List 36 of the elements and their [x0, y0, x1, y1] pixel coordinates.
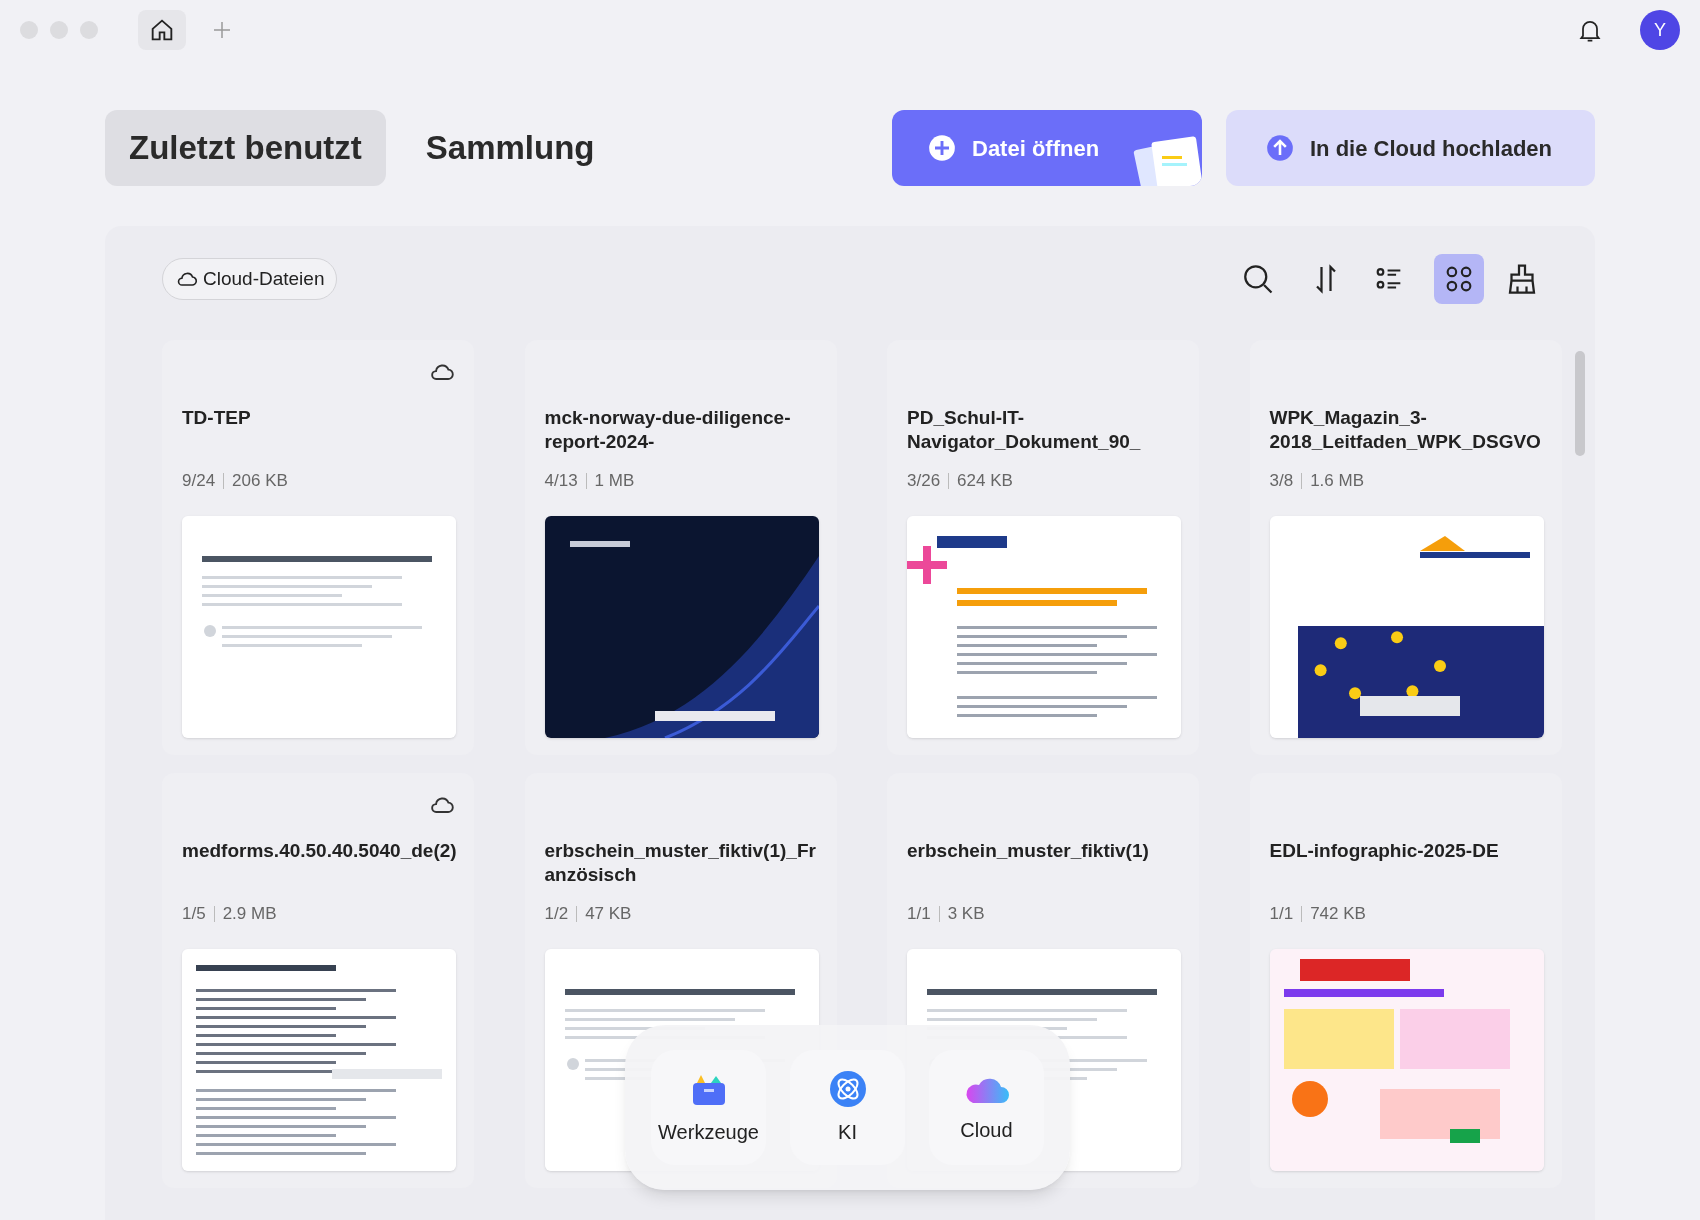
grid-view-icon[interactable]	[1434, 254, 1484, 304]
page-count: 1/5	[182, 903, 206, 925]
upload-to-cloud-button[interactable]: In die Cloud hochladen	[1226, 110, 1595, 186]
file-size: 1.6 MB	[1310, 470, 1364, 492]
user-avatar[interactable]: Y	[1640, 10, 1680, 50]
file-name: EDL-infographic-2025-DE	[1269, 839, 1500, 863]
file-size: 206 KB	[232, 470, 288, 492]
file-name: medforms.40.50.40.5040_de(2)	[182, 839, 458, 863]
file-size: 3 KB	[947, 903, 985, 925]
page-count: 9/24	[182, 470, 216, 492]
file-size: 47 KB	[585, 903, 632, 925]
sparkle-orb-icon	[827, 1068, 868, 1109]
page-count: 1/1	[907, 903, 931, 925]
file-size: 624 KB	[957, 470, 1013, 492]
file-name: WPK_Magazin_3-2018_Leitfaden_WPK_DSGVO	[1269, 406, 1542, 454]
file-size: 1 MB	[594, 470, 635, 492]
page-count: 1/2	[544, 903, 569, 925]
page-count: 3/8	[1269, 470, 1294, 492]
file-name: mck-norway-due-diligence-report-2024-	[544, 406, 792, 454]
file-size: 742 KB	[1310, 903, 1366, 925]
tab[interactable]: Zuletzt benutzt	[105, 110, 386, 186]
file-name: TD-TEP	[182, 406, 252, 430]
tab[interactable]: Sammlung	[401, 110, 619, 186]
cloud-files-filter[interactable]: Cloud-Dateien	[162, 258, 338, 300]
page-count: 1/1	[1269, 903, 1294, 925]
page-count: 3/26	[907, 470, 941, 492]
file-name: PD_Schul-IT-Navigator_Dokument_90_	[907, 406, 1142, 454]
file-name: erbschein_muster_fiktiv(1)	[907, 839, 1150, 863]
upload-icon	[1266, 134, 1294, 162]
home-tab[interactable]	[138, 10, 186, 50]
file-name: erbschein_muster_fiktiv(1)_Französisch	[544, 839, 817, 887]
page-count: 4/13	[544, 470, 578, 492]
scrollbar[interactable]	[1575, 351, 1585, 456]
plus-circle-icon	[928, 134, 956, 162]
file-size: 2.9 MB	[222, 903, 277, 925]
open-file-button[interactable]: Datei öffnen	[892, 110, 1202, 186]
